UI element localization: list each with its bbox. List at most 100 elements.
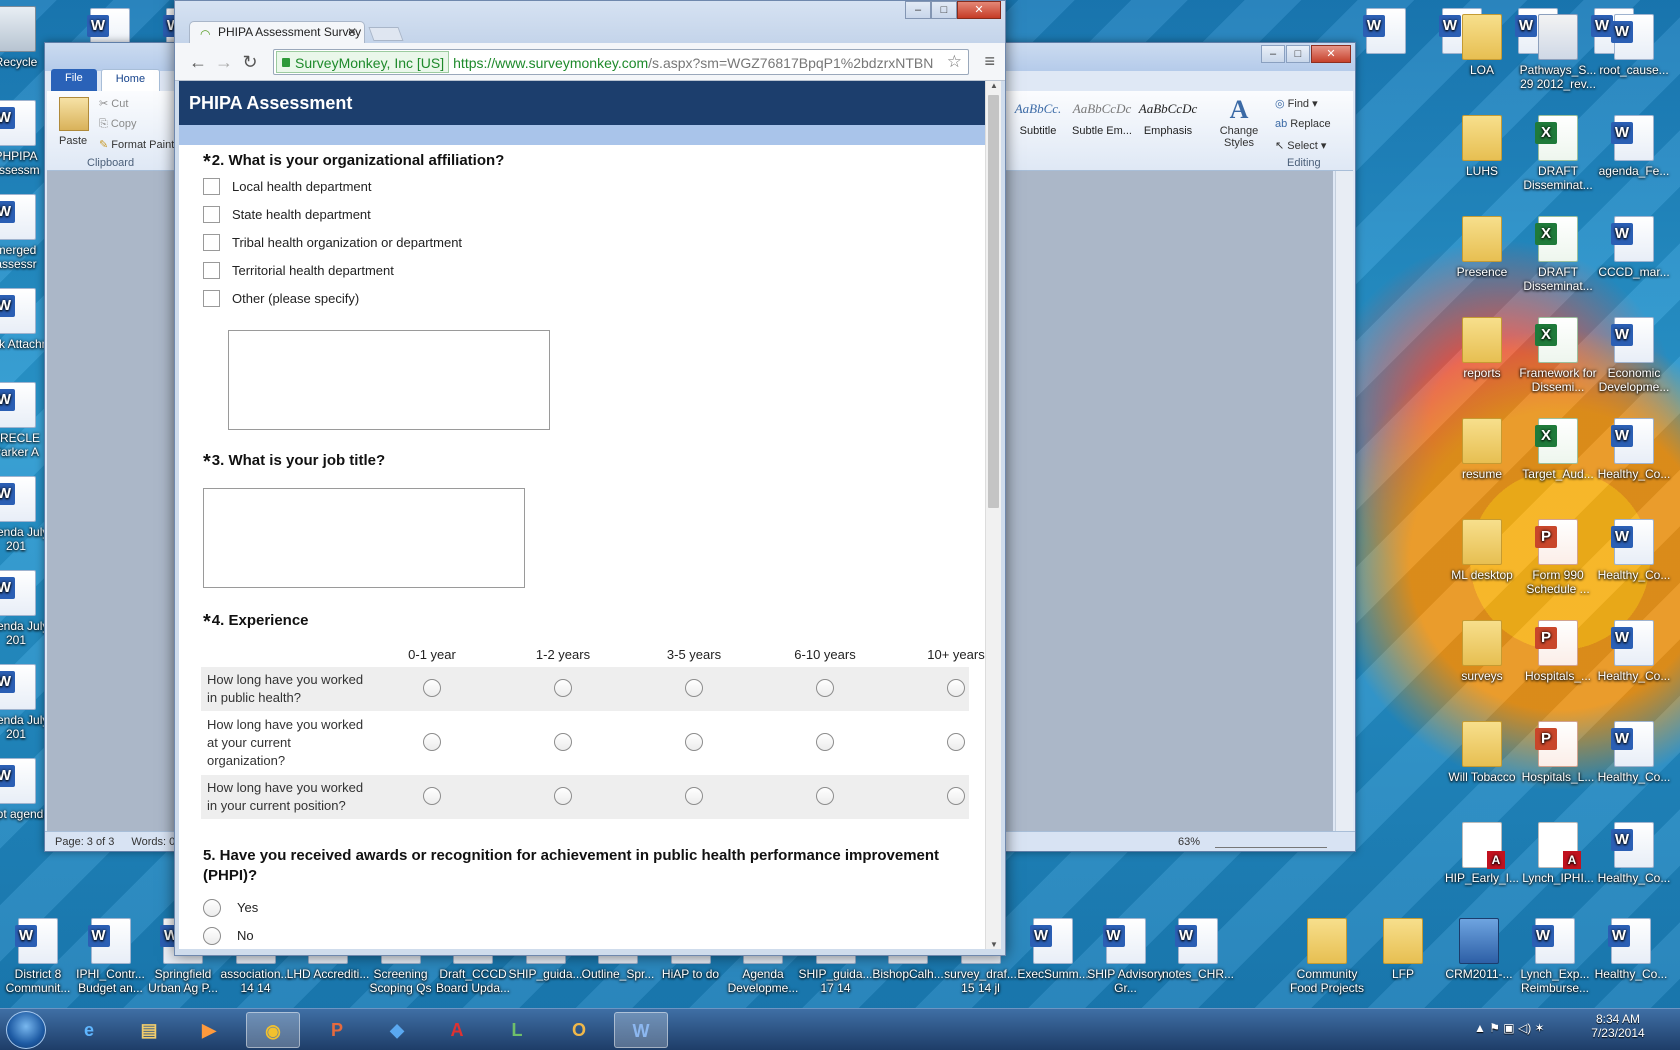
radio[interactable] bbox=[203, 927, 221, 945]
ev-certificate-badge[interactable]: SurveyMonkey, Inc [US] bbox=[276, 51, 450, 73]
desktop-icon[interactable]: IPHI_Contr... Budget an... bbox=[69, 918, 153, 995]
clock[interactable]: 8:34 AM 7/23/2014 bbox=[1586, 1012, 1650, 1040]
cut-button[interactable]: ✂ Cut bbox=[99, 97, 128, 110]
other-specify-textarea[interactable] bbox=[228, 330, 550, 430]
desktop-icon[interactable]: Community Food Projects bbox=[1285, 918, 1369, 995]
lync-icon[interactable]: L bbox=[490, 1012, 544, 1048]
radio-0-1-year[interactable] bbox=[423, 679, 441, 697]
close-tab-icon[interactable]: ✕ bbox=[347, 25, 357, 39]
dropbox-icon[interactable]: ◆ bbox=[370, 1012, 424, 1048]
desktop-icon[interactable]: DRAFT Disseminat... bbox=[1516, 115, 1600, 192]
chrome-maximize-button[interactable]: □ bbox=[931, 1, 957, 19]
radio-6-10-years[interactable] bbox=[816, 679, 834, 697]
back-arrow-icon[interactable]: ← bbox=[185, 50, 211, 74]
forward-arrow-icon[interactable]: → bbox=[211, 50, 237, 74]
start-button[interactable] bbox=[6, 1011, 46, 1049]
replace-button[interactable]: ab Replace bbox=[1275, 118, 1331, 130]
desktop-icon[interactable]: Healthy_Co... bbox=[1592, 620, 1676, 683]
desktop-icon[interactable]: resume bbox=[1440, 418, 1524, 481]
radio-0-1-year[interactable] bbox=[423, 733, 441, 751]
outlook-icon[interactable]: O bbox=[552, 1012, 606, 1048]
radio-1-2-years[interactable] bbox=[554, 733, 572, 751]
style-subtle-emphasis[interactable]: AaBbCcDc Subtle Em... bbox=[1071, 101, 1133, 151]
desktop-icon[interactable]: Lynch_IPHI... bbox=[1516, 822, 1600, 885]
desktop-icon[interactable]: CCCD_mar... bbox=[1592, 216, 1676, 279]
chrome-taskbar-icon[interactable]: ◉ bbox=[246, 1012, 300, 1048]
file-explorer-icon[interactable]: ▤ bbox=[122, 1012, 176, 1048]
scroll-down-arrow-icon[interactable]: ▼ bbox=[986, 940, 1002, 949]
radio-0-1-year[interactable] bbox=[423, 787, 441, 805]
desktop-icon[interactable]: HIP_Early_I... bbox=[1440, 822, 1524, 885]
word-taskbar-icon[interactable]: W bbox=[614, 1012, 668, 1048]
desktop-icon[interactable]: Form 990 Schedule ... bbox=[1516, 519, 1600, 596]
chrome-close-button[interactable]: ✕ bbox=[957, 1, 1001, 19]
zoom-slider[interactable] bbox=[1215, 835, 1327, 848]
powerpoint-taskbar-icon[interactable]: P bbox=[310, 1012, 364, 1048]
internet-explorer-icon[interactable]: e bbox=[62, 1012, 116, 1048]
desktop-icon[interactable]: LOA bbox=[1440, 14, 1524, 77]
desktop-icon[interactable]: Economic Developme... bbox=[1592, 317, 1676, 394]
desktop-icon[interactable]: LUHS bbox=[1440, 115, 1524, 178]
desktop-icon[interactable]: Pathways_S... 29 2012_rev... bbox=[1516, 14, 1600, 91]
desktop-icon[interactable]: Healthy_Co... bbox=[1592, 822, 1676, 885]
radio-10-plus-years[interactable] bbox=[947, 679, 965, 697]
acrobat-icon[interactable]: A bbox=[430, 1012, 484, 1048]
option-territorial-health-department[interactable]: Territorial health department bbox=[203, 262, 394, 280]
chrome-minimize-button[interactable]: – bbox=[905, 1, 931, 19]
media-player-icon[interactable]: ▶ bbox=[182, 1012, 236, 1048]
checkbox[interactable] bbox=[203, 206, 220, 223]
radio-3-5-years[interactable] bbox=[685, 787, 703, 805]
word-close-button[interactable]: ✕ bbox=[1311, 45, 1351, 63]
radio-10-plus-years[interactable] bbox=[947, 787, 965, 805]
word-tab-file[interactable]: File bbox=[51, 69, 97, 91]
find-button[interactable]: ◎ Find ▾ bbox=[1275, 97, 1318, 110]
tray-icons[interactable]: ▲ ⚑ ▣ ◁) ✶ bbox=[1474, 1021, 1545, 1035]
desktop-icon[interactable] bbox=[1344, 8, 1428, 57]
scroll-thumb[interactable] bbox=[988, 95, 999, 508]
desktop-icon[interactable]: CRM2011-... bbox=[1437, 918, 1521, 981]
bookmark-star-icon[interactable]: ☆ bbox=[947, 50, 962, 74]
radio-1-2-years[interactable] bbox=[554, 787, 572, 805]
checkbox[interactable] bbox=[203, 178, 220, 195]
copy-button[interactable]: ⎘ Copy bbox=[99, 118, 137, 131]
option-yes[interactable]: Yes bbox=[203, 899, 258, 917]
desktop-icon[interactable]: Lynch_Exp... Reimburse... bbox=[1513, 918, 1597, 995]
checkbox[interactable] bbox=[203, 262, 220, 279]
paste-icon[interactable] bbox=[59, 97, 89, 131]
desktop-icon[interactable]: Framework for Dissemi... bbox=[1516, 317, 1600, 394]
chrome-menu-icon[interactable]: ≡ bbox=[984, 51, 995, 71]
paste-button[interactable]: Paste bbox=[59, 135, 87, 147]
style-emphasis[interactable]: AaBbCcDc Emphasis bbox=[1137, 101, 1199, 151]
scroll-up-arrow-icon[interactable]: ▲ bbox=[986, 81, 1002, 90]
desktop-icon[interactable]: Presence bbox=[1440, 216, 1524, 279]
desktop-icon[interactable]: Healthy_Co... bbox=[1592, 418, 1676, 481]
browser-tab[interactable]: ◠ PHIPA Assessment Survey ✕ bbox=[189, 21, 365, 43]
desktop-icon[interactable]: ExecSumm... bbox=[1011, 918, 1095, 981]
desktop-icon[interactable]: LFP bbox=[1361, 918, 1445, 981]
style-subtitle[interactable]: AaBbCc. Subtitle bbox=[1007, 101, 1069, 151]
desktop-icon[interactable]: agenda_Fe... bbox=[1592, 115, 1676, 178]
chrome-window[interactable]: ◠ PHIPA Assessment Survey ✕ – □ ✕ ← → ↻ … bbox=[174, 0, 1006, 956]
word-vertical-scrollbar[interactable] bbox=[1335, 171, 1353, 831]
desktop-icon[interactable]: Will Tobacco bbox=[1440, 721, 1524, 784]
checkbox[interactable] bbox=[203, 234, 220, 251]
desktop-icon[interactable]: Target_Aud... bbox=[1516, 418, 1600, 481]
option-tribal-health-organization[interactable]: Tribal health organization or department bbox=[203, 234, 462, 252]
option-state-health-department[interactable]: State health department bbox=[203, 206, 371, 224]
page-scrollbar[interactable]: ▲ ▼ bbox=[985, 81, 1001, 949]
radio-3-5-years[interactable] bbox=[685, 679, 703, 697]
new-tab-button[interactable] bbox=[368, 27, 404, 41]
address-bar[interactable]: SurveyMonkey, Inc [US] https://www.survey… bbox=[273, 49, 969, 75]
change-styles-button[interactable]: A Change Styles bbox=[1219, 95, 1259, 149]
desktop-icon[interactable]: SHIP Advisory Gr... bbox=[1084, 918, 1168, 995]
desktop-icon[interactable]: Healthy_Co... bbox=[1592, 721, 1676, 784]
desktop-icon[interactable]: root_cause... bbox=[1592, 14, 1676, 77]
desktop-icon[interactable]: Healthy_Co... bbox=[1589, 918, 1673, 981]
desktop-icon[interactable]: surveys bbox=[1440, 620, 1524, 683]
job-title-textarea[interactable] bbox=[203, 488, 525, 588]
desktop-icon[interactable]: ML desktop bbox=[1440, 519, 1524, 582]
desktop-icon[interactable]: Healthy_Co... bbox=[1592, 519, 1676, 582]
option-other[interactable]: Other (please specify) bbox=[203, 290, 359, 308]
radio-6-10-years[interactable] bbox=[816, 733, 834, 751]
radio-1-2-years[interactable] bbox=[554, 679, 572, 697]
